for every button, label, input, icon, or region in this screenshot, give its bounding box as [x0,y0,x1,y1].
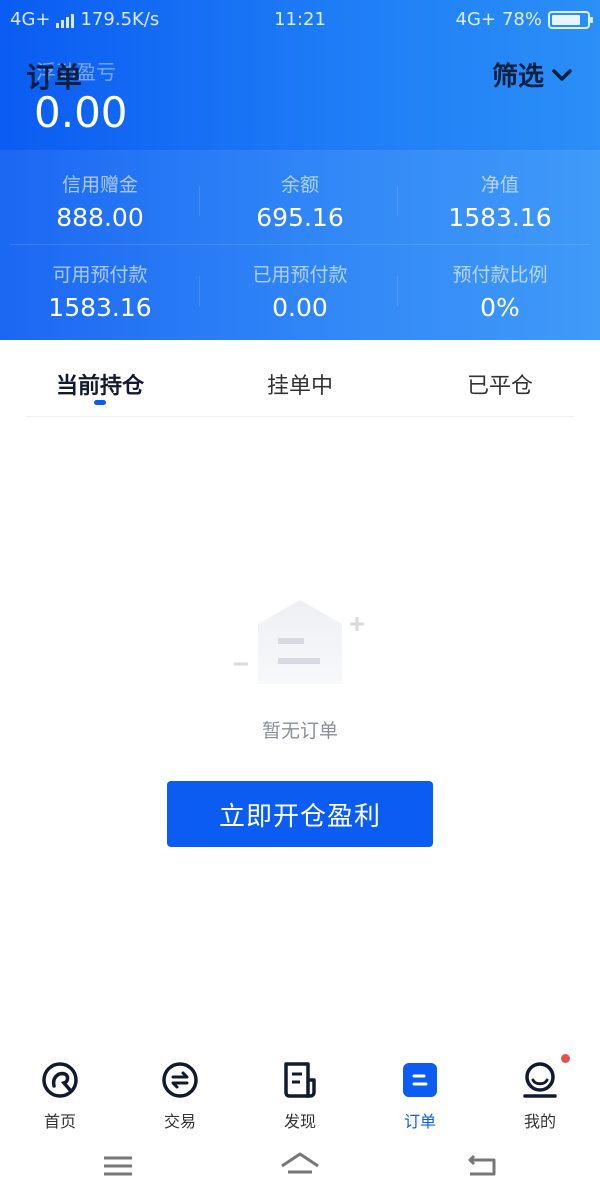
stat-label: 可用预付款 [52,264,148,286]
bottom-nav: 首页 交易 发现 订单 我的 [0,1048,600,1136]
tab-active-indicator [94,400,106,405]
stat-margin-ratio: 预付款比例 0% [400,246,600,338]
nav-label: 订单 [403,1112,436,1131]
stat-value: 1583.16 [448,203,552,232]
nav-item-trade[interactable]: 交易 [120,1060,240,1132]
back-icon[interactable] [462,1150,502,1182]
nav-label: 交易 [163,1112,196,1131]
tab-current-positions[interactable]: 当前持仓 [0,368,200,400]
battery-icon [548,10,593,29]
stat-equity: 净值 1583.16 [400,156,600,248]
stat-value: 0% [480,293,520,322]
stats-row-2: 可用预付款 1583.16 已用预付款 0.00 预付款比例 0% [0,246,600,338]
stat-used-margin: 已用预付款 0.00 [200,246,400,338]
stat-balance: 余额 695.16 [200,156,400,248]
stat-label: 预付款比例 [452,264,548,286]
orders-icon [400,1060,440,1100]
stat-free-margin: 可用预付款 1583.16 [0,246,200,338]
divider [199,276,200,306]
nav-label: 首页 [43,1112,76,1131]
stat-value: 695.16 [256,203,344,232]
nav-label: 发现 [283,1112,316,1131]
battery-percent: 78% [501,9,542,30]
nav-item-discover[interactable]: 发现 [240,1060,360,1132]
stat-label: 已用预付款 [252,264,348,286]
status-bar: 4G+ 179.5K/s 11:21 4G+ 78% [0,0,600,40]
filter-button[interactable]: 筛选 [492,56,572,93]
order-tabs: 当前持仓 挂单中 已平仓 [0,340,600,418]
divider [10,244,590,245]
pnl-value: 0.00 [34,88,128,137]
empty-state-text: 暂无订单 [261,720,338,742]
stat-value: 888.00 [56,203,144,232]
system-nav-bar [0,1140,600,1200]
chevron-down-icon [552,68,572,82]
stat-value: 1583.16 [48,293,152,322]
home-icon [40,1060,80,1100]
status-right: 4G+ 78% [455,9,593,30]
nav-item-orders[interactable]: 订单 [360,1060,480,1132]
menu-icon[interactable] [98,1150,138,1182]
tab-pending-orders[interactable]: 挂单中 [200,368,400,400]
stat-label: 净值 [480,174,519,196]
stat-label: 信用赠金 [61,174,138,196]
home-button-icon[interactable] [280,1150,320,1182]
stat-value: 0.00 [272,293,328,322]
stat-label: 余额 [280,174,319,196]
exchange-icon [160,1060,200,1100]
discover-icon [280,1060,320,1100]
divider [199,186,200,216]
tab-closed-positions[interactable]: 已平仓 [400,368,600,400]
notification-dot [561,1054,570,1063]
empty-box-icon [230,596,370,696]
profile-icon [520,1054,570,1100]
nav-item-profile[interactable]: 我的 [480,1054,600,1132]
divider [397,186,398,216]
header: 4G+ 179.5K/s 11:21 4G+ 78% 浮动盈亏 订单 0.00 … [0,0,600,340]
divider [26,416,574,417]
divider [397,276,398,306]
stats-row-1: 信用赠金 888.00 余额 695.16 净值 1583.16 [0,156,600,248]
open-position-button[interactable]: 立即开仓盈利 [167,781,433,847]
stat-credit-bonus: 信用赠金 888.00 [0,156,200,248]
network-type-right: 4G+ [455,9,496,30]
nav-label: 我的 [523,1112,556,1131]
nav-item-home[interactable]: 首页 [0,1060,120,1132]
filter-label: 筛选 [491,62,544,92]
